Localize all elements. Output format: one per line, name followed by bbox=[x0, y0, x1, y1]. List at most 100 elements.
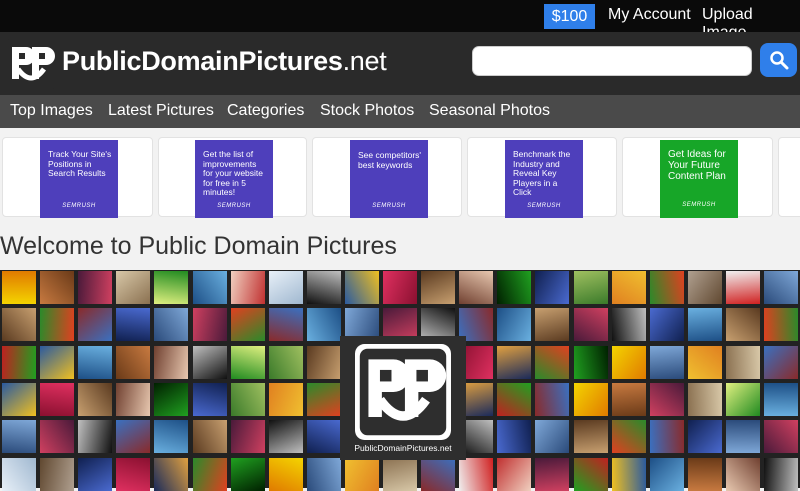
thumbnail-image[interactable] bbox=[383, 458, 417, 491]
thumbnail-image[interactable] bbox=[612, 308, 646, 341]
thumbnail-image[interactable] bbox=[574, 308, 608, 341]
my-account-link[interactable]: My Account bbox=[608, 6, 691, 24]
thumbnail-image[interactable] bbox=[764, 420, 798, 453]
nav-categories[interactable]: Categories bbox=[227, 102, 304, 120]
thumbnail-image[interactable] bbox=[78, 271, 112, 304]
thumbnail-image[interactable] bbox=[459, 458, 493, 491]
thumbnail-image[interactable] bbox=[40, 383, 74, 416]
thumbnail-image[interactable] bbox=[40, 458, 74, 491]
thumbnail-image[interactable] bbox=[345, 458, 379, 491]
thumbnail-image[interactable] bbox=[2, 420, 36, 453]
thumbnail-image[interactable] bbox=[726, 383, 760, 416]
mosaic-center-logo[interactable]: PublicDomainPictures.net bbox=[340, 336, 466, 460]
thumbnail-image[interactable] bbox=[688, 458, 722, 491]
thumbnail-image[interactable] bbox=[40, 308, 74, 341]
price-button[interactable]: $100 bbox=[544, 4, 595, 29]
thumbnail-image[interactable] bbox=[612, 420, 646, 453]
thumbnail-image[interactable] bbox=[154, 271, 188, 304]
thumbnail-image[interactable] bbox=[726, 458, 760, 491]
thumbnail-image[interactable] bbox=[688, 346, 722, 379]
thumbnail-image[interactable] bbox=[2, 308, 36, 341]
thumbnail-image[interactable] bbox=[2, 383, 36, 416]
thumbnail-image[interactable] bbox=[269, 458, 303, 491]
thumbnail-image[interactable] bbox=[307, 346, 341, 379]
thumbnail-image[interactable] bbox=[78, 346, 112, 379]
nav-latest-pictures[interactable]: Latest Pictures bbox=[108, 102, 214, 120]
thumbnail-image[interactable] bbox=[650, 383, 684, 416]
thumbnail-image[interactable] bbox=[764, 383, 798, 416]
thumbnail-image[interactable] bbox=[269, 420, 303, 453]
thumbnail-image[interactable] bbox=[497, 271, 531, 304]
thumbnail-image[interactable] bbox=[497, 346, 531, 379]
thumbnail-image[interactable] bbox=[193, 383, 227, 416]
thumbnail-image[interactable] bbox=[764, 271, 798, 304]
thumbnail-image[interactable] bbox=[497, 308, 531, 341]
thumbnail-image[interactable] bbox=[650, 346, 684, 379]
thumbnail-image[interactable] bbox=[269, 346, 303, 379]
thumbnail-image[interactable] bbox=[650, 420, 684, 453]
thumbnail-image[interactable] bbox=[497, 458, 531, 491]
thumbnail-image[interactable] bbox=[345, 271, 379, 304]
thumbnail-image[interactable] bbox=[688, 420, 722, 453]
ad-banner[interactable]: Get Ideas for Your Future Content Plan S… bbox=[660, 140, 738, 218]
site-logo-text[interactable]: PublicDomainPictures.net bbox=[62, 46, 387, 77]
thumbnail-image[interactable] bbox=[231, 458, 265, 491]
thumbnail-image[interactable] bbox=[78, 308, 112, 341]
thumbnail-image[interactable] bbox=[193, 420, 227, 453]
ad-banner[interactable]: Benchmark the Industry and Reveal Key Pl… bbox=[505, 140, 583, 218]
nav-stock-photos[interactable]: Stock Photos bbox=[320, 102, 414, 120]
thumbnail-image[interactable] bbox=[154, 383, 188, 416]
thumbnail-image[interactable] bbox=[535, 383, 569, 416]
thumbnail-image[interactable] bbox=[688, 383, 722, 416]
thumbnail-image[interactable] bbox=[612, 458, 646, 491]
thumbnail-image[interactable] bbox=[154, 346, 188, 379]
site-logo-icon[interactable] bbox=[6, 39, 56, 89]
thumbnail-image[interactable] bbox=[193, 271, 227, 304]
search-button[interactable] bbox=[760, 43, 797, 77]
thumbnail-image[interactable] bbox=[650, 271, 684, 304]
thumbnail-image[interactable] bbox=[612, 271, 646, 304]
thumbnail-image[interactable] bbox=[193, 308, 227, 341]
thumbnail-image[interactable] bbox=[421, 271, 455, 304]
thumbnail-image[interactable] bbox=[535, 458, 569, 491]
thumbnail-image[interactable] bbox=[40, 346, 74, 379]
thumbnail-image[interactable] bbox=[231, 271, 265, 304]
thumbnail-image[interactable] bbox=[116, 346, 150, 379]
thumbnail-image[interactable] bbox=[307, 420, 341, 453]
ad-banner[interactable]: See competitors' best keywords SEMRUSH bbox=[350, 140, 428, 218]
thumbnail-image[interactable] bbox=[269, 383, 303, 416]
thumbnail-image[interactable] bbox=[78, 383, 112, 416]
thumbnail-image[interactable] bbox=[231, 383, 265, 416]
thumbnail-image[interactable] bbox=[307, 383, 341, 416]
thumbnail-image[interactable] bbox=[764, 308, 798, 341]
thumbnail-image[interactable] bbox=[726, 308, 760, 341]
thumbnail-image[interactable] bbox=[421, 458, 455, 491]
thumbnail-image[interactable] bbox=[459, 271, 493, 304]
thumbnail-image[interactable] bbox=[574, 420, 608, 453]
thumbnail-image[interactable] bbox=[154, 308, 188, 341]
thumbnail-image[interactable] bbox=[40, 271, 74, 304]
thumbnail-image[interactable] bbox=[154, 420, 188, 453]
thumbnail-image[interactable] bbox=[612, 346, 646, 379]
ad-banner[interactable]: Get the list of improvements for your we… bbox=[195, 140, 273, 218]
thumbnail-image[interactable] bbox=[574, 383, 608, 416]
thumbnail-image[interactable] bbox=[650, 308, 684, 341]
thumbnail-image[interactable] bbox=[269, 308, 303, 341]
thumbnail-image[interactable] bbox=[78, 420, 112, 453]
thumbnail-image[interactable] bbox=[307, 308, 341, 341]
thumbnail-image[interactable] bbox=[383, 271, 417, 304]
thumbnail-image[interactable] bbox=[154, 458, 188, 491]
thumbnail-image[interactable] bbox=[116, 458, 150, 491]
thumbnail-image[interactable] bbox=[535, 420, 569, 453]
thumbnail-image[interactable] bbox=[116, 420, 150, 453]
nav-seasonal-photos[interactable]: Seasonal Photos bbox=[429, 102, 550, 120]
thumbnail-image[interactable] bbox=[2, 271, 36, 304]
thumbnail-image[interactable] bbox=[497, 420, 531, 453]
thumbnail-image[interactable] bbox=[535, 271, 569, 304]
thumbnail-image[interactable] bbox=[574, 346, 608, 379]
thumbnail-image[interactable] bbox=[688, 308, 722, 341]
thumbnail-image[interactable] bbox=[307, 458, 341, 491]
thumbnail-image[interactable] bbox=[764, 346, 798, 379]
nav-top-images[interactable]: Top Images bbox=[10, 102, 93, 120]
thumbnail-image[interactable] bbox=[231, 308, 265, 341]
